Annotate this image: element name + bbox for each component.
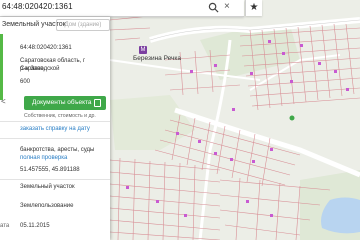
coordinates: 51.457555, 45.891188: [20, 167, 80, 173]
tab-house[interactable]: Дом (здание): [56, 19, 110, 31]
cadastral-number: 64:48:020420:1361: [20, 45, 72, 51]
search-icon[interactable]: [208, 2, 219, 13]
selection-indicator: [0, 34, 3, 100]
documents-button[interactable]: Документы объекта: [24, 96, 106, 110]
share-icon[interactable]: <: [1, 97, 6, 106]
registration-date: 05.11.2015: [20, 223, 50, 229]
document-icon: [94, 99, 101, 107]
checks-summary: банкротства, аресты, суды: [20, 147, 95, 153]
category-value: Земельный участок: [20, 184, 75, 190]
close-icon[interactable]: ×: [224, 1, 230, 12]
date-label: ата: [0, 223, 10, 229]
metro-icon[interactable]: М: [139, 46, 147, 54]
search-input[interactable]: 64:48:020420:1361: [2, 2, 73, 11]
station-label: Березина Речка: [133, 55, 182, 62]
address-line-2: р-н Заводской: [20, 66, 60, 72]
order-certificate-link[interactable]: заказать справку на дату: [20, 126, 90, 134]
documents-button-label: Документы объекта: [32, 99, 92, 106]
area-value: 600: [20, 79, 31, 85]
search-bar[interactable]: 64:48:020420:1361 ×: [0, 0, 244, 17]
documents-hint: Собственник, стоимость и др.: [24, 113, 96, 119]
object-info-panel: Земельный участок Дом (здание) 64:48:020…: [0, 17, 110, 240]
permitted-use-value: Землепользование: [20, 203, 74, 209]
favorite-star-button[interactable]: ★: [245, 0, 262, 16]
panel-tabs: Земельный участок Дом (здание): [0, 17, 110, 33]
full-check-link[interactable]: полная проверка: [20, 155, 67, 163]
